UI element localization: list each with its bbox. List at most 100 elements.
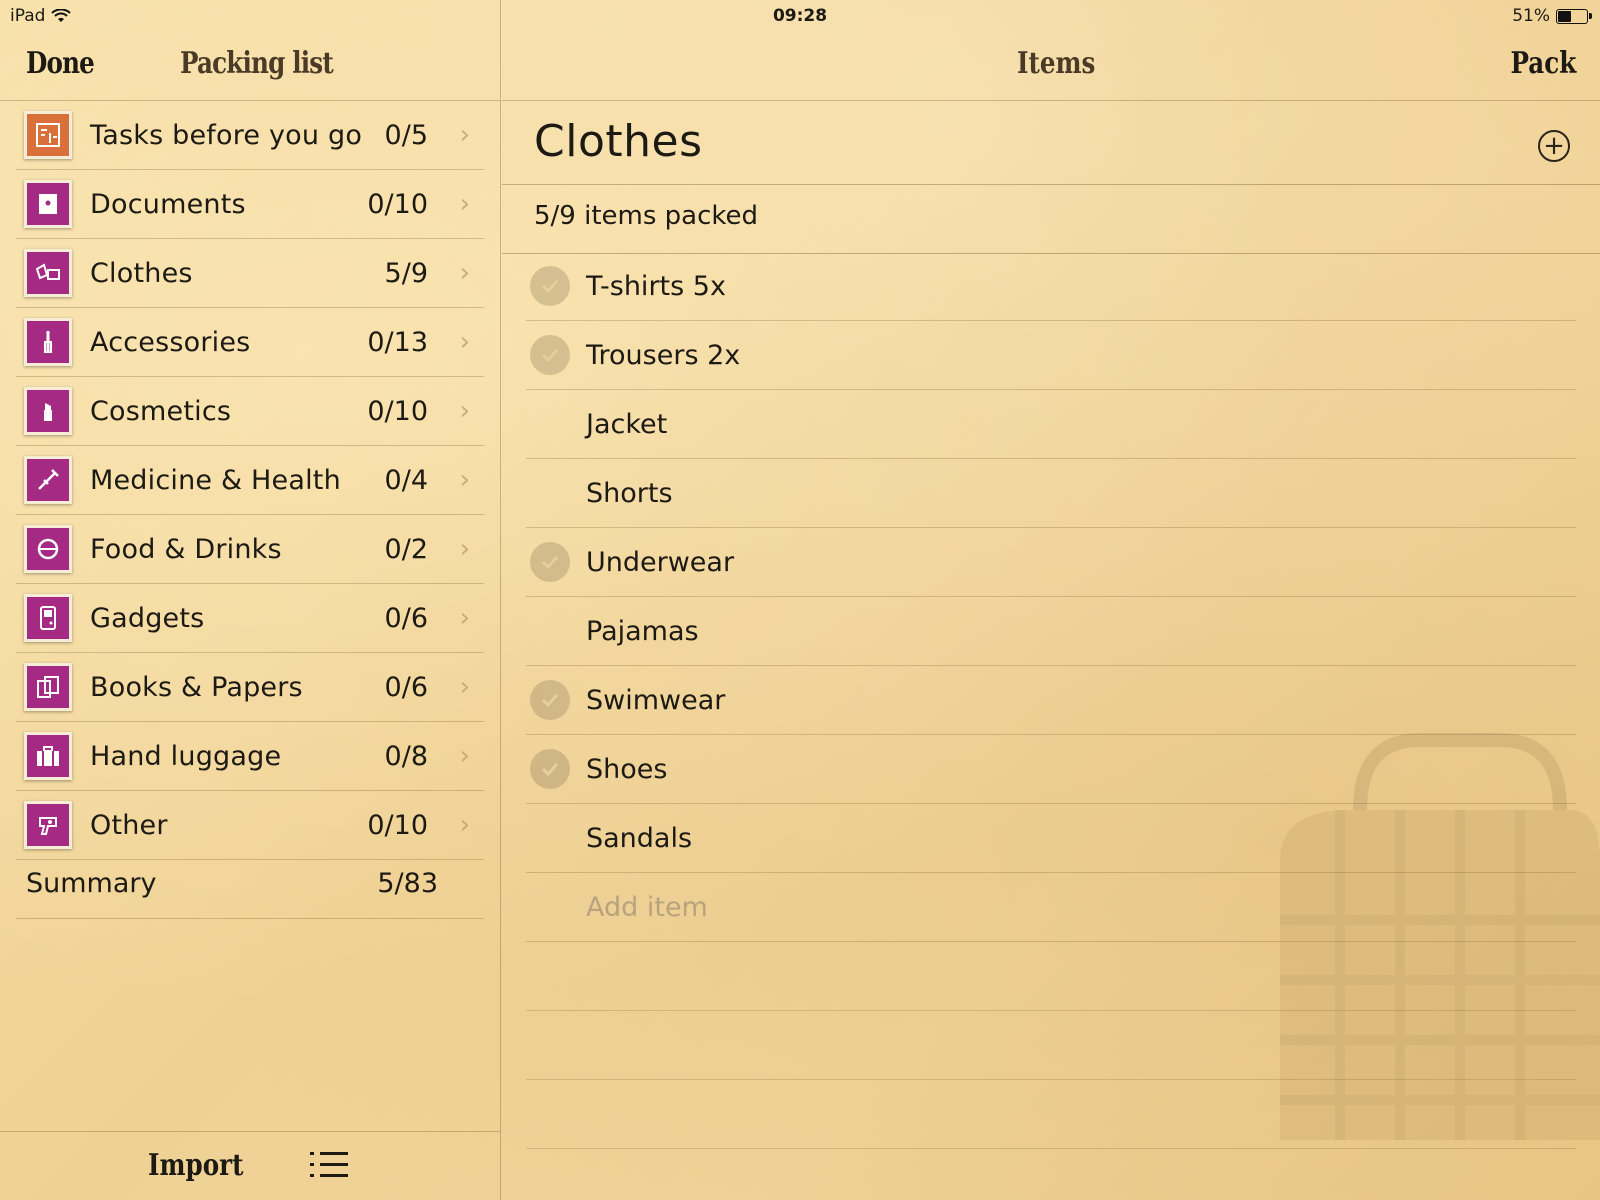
- category-row-tasks[interactable]: Tasks before you go 0/5 ›: [16, 101, 484, 170]
- add-item-button[interactable]: +: [1538, 130, 1570, 162]
- item-row[interactable]: Jacket: [526, 390, 1576, 459]
- item-row[interactable]: Sandals: [526, 804, 1576, 873]
- chevron-right-icon: ›: [459, 810, 470, 840]
- summary-row: Summary 5/83: [16, 848, 484, 919]
- right-nav-bar: Items Pack: [502, 34, 1600, 101]
- item-row[interactable]: Underwear: [526, 528, 1576, 597]
- category-count: 0/6: [384, 602, 428, 634]
- category-label: Accessories: [90, 326, 251, 358]
- item-row[interactable]: Trousers 2x: [526, 321, 1576, 390]
- status-bar: iPad 09:28 51%: [0, 0, 1600, 34]
- left-nav-bar: Done Packing list: [0, 34, 500, 101]
- item-label: Swimwear: [586, 684, 726, 716]
- item-row[interactable]: Shoes: [526, 735, 1576, 804]
- item-label: T-shirts 5x: [586, 270, 726, 302]
- check-icon[interactable]: [530, 542, 570, 582]
- clock: 09:28: [772, 6, 828, 26]
- category-row-gadgets[interactable]: Gadgets 0/6 ›: [16, 584, 484, 653]
- category-row-documents[interactable]: Documents 0/10 ›: [16, 170, 484, 239]
- category-row-clothes[interactable]: Clothes 5/9 ›: [16, 239, 484, 308]
- syringe-icon: [24, 456, 72, 504]
- battery-icon: [1556, 8, 1592, 24]
- accessories-icon: [24, 318, 72, 366]
- page-title: Packing list: [180, 46, 334, 81]
- items-title: Items: [1017, 46, 1096, 81]
- pack-button[interactable]: Pack: [1510, 46, 1576, 81]
- category-count: 0/4: [384, 464, 428, 496]
- summary-label: Summary: [26, 867, 157, 899]
- add-item-row[interactable]: Add item: [526, 873, 1576, 942]
- chevron-right-icon: ›: [459, 258, 470, 288]
- category-label: Books & Papers: [90, 671, 303, 703]
- category-row-hand-luggage[interactable]: Hand luggage 0/8 ›: [16, 722, 484, 791]
- chevron-right-icon: ›: [459, 534, 470, 564]
- check-icon[interactable]: [530, 335, 570, 375]
- category-count: 0/6: [384, 671, 428, 703]
- category-count: 0/10: [367, 188, 428, 220]
- item-row[interactable]: Swimwear: [526, 666, 1576, 735]
- item-label: Trousers 2x: [586, 339, 741, 371]
- chevron-right-icon: ›: [459, 672, 470, 702]
- done-button[interactable]: Done: [26, 46, 95, 81]
- item-label: Sandals: [586, 822, 693, 854]
- check-icon[interactable]: [530, 680, 570, 720]
- item-row[interactable]: Pajamas: [526, 597, 1576, 666]
- plus-icon: +: [1543, 131, 1565, 161]
- battery-percent: 51%: [1512, 6, 1550, 26]
- category-count: 0/2: [384, 533, 428, 565]
- chevron-right-icon: ›: [459, 189, 470, 219]
- item-label: Shoes: [586, 753, 668, 785]
- category-row-food[interactable]: Food & Drinks 0/2 ›: [16, 515, 484, 584]
- summary-count: 5/83: [377, 867, 438, 899]
- item-row[interactable]: T-shirts 5x: [526, 252, 1576, 321]
- add-item-input[interactable]: Add item: [586, 892, 708, 923]
- category-row-books[interactable]: Books & Papers 0/6 ›: [16, 653, 484, 722]
- category-count: 0/10: [367, 395, 428, 427]
- item-label: Underwear: [586, 546, 735, 578]
- category-row-cosmetics[interactable]: Cosmetics 0/10 ›: [16, 377, 484, 446]
- category-row-accessories[interactable]: Accessories 0/13 ›: [16, 308, 484, 377]
- category-count: 0/8: [384, 740, 428, 772]
- categories-pane: Done Packing list Tasks before you go 0/…: [0, 0, 501, 1200]
- category-label: Cosmetics: [90, 395, 232, 427]
- category-label: Other: [90, 809, 168, 841]
- category-label: Food & Drinks: [90, 533, 282, 565]
- check-icon[interactable]: [530, 266, 570, 306]
- category-row-medicine[interactable]: Medicine & Health 0/4 ›: [16, 446, 484, 515]
- category-count: 5/9: [384, 257, 428, 289]
- section-title: Clothes: [534, 116, 703, 167]
- chevron-right-icon: ›: [459, 603, 470, 633]
- item-label: Jacket: [586, 408, 668, 440]
- chevron-right-icon: ›: [459, 465, 470, 495]
- chevron-right-icon: ›: [459, 120, 470, 150]
- item-label: Pajamas: [586, 615, 699, 647]
- category-label: Tasks before you go: [90, 119, 363, 151]
- cosmetics-icon: [24, 387, 72, 435]
- items-pane: Items Pack Clothes + 5/9 items packed T-…: [502, 0, 1600, 1200]
- tasks-icon: [24, 111, 72, 159]
- bottom-toolbar: Import: [0, 1131, 500, 1200]
- empty-row: [526, 1011, 1576, 1080]
- item-row[interactable]: Shorts: [526, 459, 1576, 528]
- category-list: Tasks before you go 0/5 › Documents 0/10…: [16, 101, 484, 860]
- category-label: Clothes: [90, 257, 193, 289]
- category-label: Hand luggage: [90, 740, 282, 772]
- list-icon[interactable]: [310, 1152, 348, 1182]
- item-label: Shorts: [586, 477, 673, 509]
- check-icon[interactable]: [530, 749, 570, 789]
- category-label: Medicine & Health: [90, 464, 341, 496]
- empty-row: [526, 1080, 1576, 1149]
- category-label: Documents: [90, 188, 246, 220]
- other-icon: [24, 801, 72, 849]
- chevron-right-icon: ›: [459, 396, 470, 426]
- packed-count-text: 5/9 items packed: [534, 201, 759, 231]
- suitcase-icon: [24, 732, 72, 780]
- category-count: 0/13: [367, 326, 428, 358]
- import-button[interactable]: Import: [148, 1148, 243, 1183]
- food-icon: [24, 525, 72, 573]
- category-label: Gadgets: [90, 602, 205, 634]
- items-list: T-shirts 5x Trousers 2x Jacket Shorts Un…: [526, 252, 1576, 1149]
- documents-icon: [24, 180, 72, 228]
- clothes-icon: [24, 249, 72, 297]
- category-count: 0/5: [384, 119, 428, 151]
